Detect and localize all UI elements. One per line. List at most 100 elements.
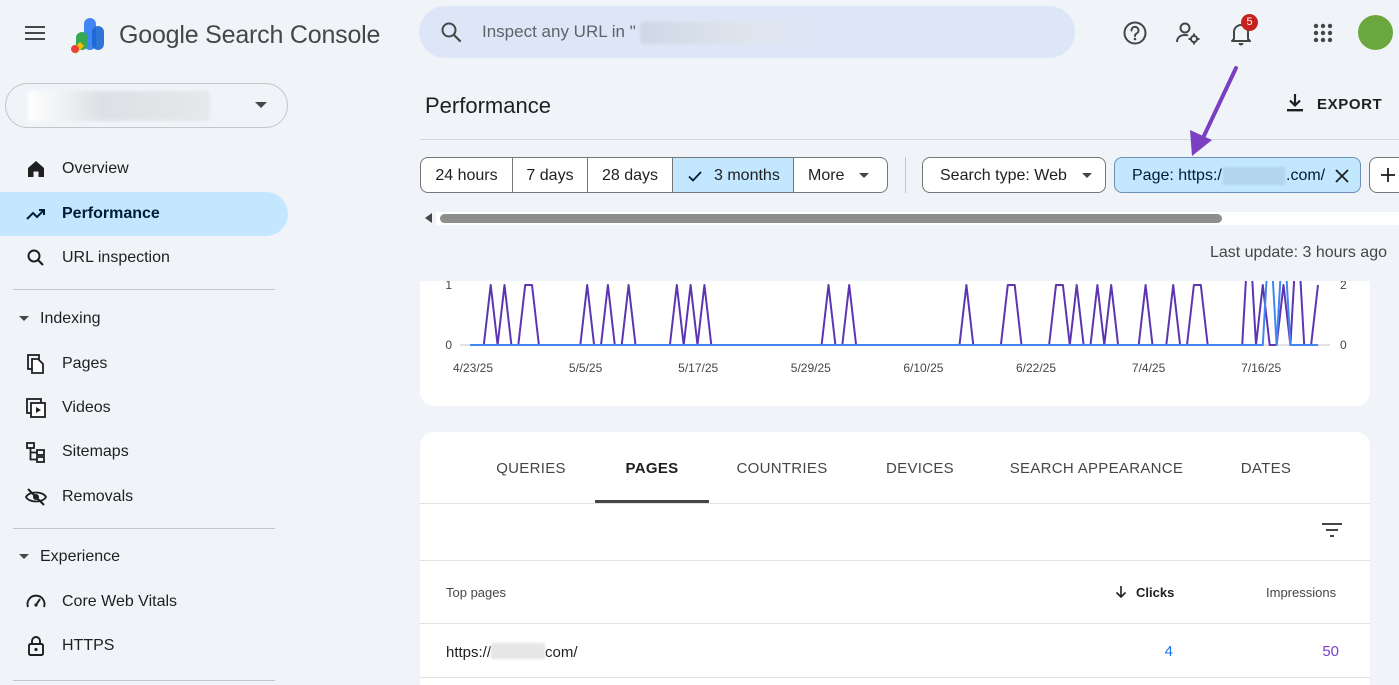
redacted-domain xyxy=(1223,167,1285,185)
range-24-hours[interactable]: 24 hours xyxy=(420,157,513,193)
filter-label: Search type: Web xyxy=(940,167,1067,184)
sidebar-item-performance[interactable]: Performance xyxy=(0,192,288,236)
tab-search-appearance[interactable]: SEARCH APPEARANCE xyxy=(1000,432,1193,502)
section-label: Indexing xyxy=(40,310,101,327)
range-more[interactable]: More xyxy=(793,157,888,193)
sidebar-section-experience[interactable]: Experience xyxy=(0,537,288,577)
sidebar-item-label: Core Web Vitals xyxy=(62,593,178,610)
chart-svg: 0 1 0 2 4/23/25 5/5/25 5/17/25 5/29/25 6/10/25 6/… xyxy=(445,281,1347,375)
scroll-left-arrow-icon[interactable] xyxy=(425,213,432,223)
check-icon xyxy=(687,168,703,184)
toolbar-divider xyxy=(420,560,1370,561)
search-placeholder[interactable]: Inspect any URL in " xyxy=(482,22,636,42)
caret-down-icon xyxy=(1082,173,1092,178)
series-line-impressions xyxy=(470,281,1319,346)
redacted-url xyxy=(491,643,546,659)
table-row-impressions: 50 xyxy=(1322,643,1339,660)
tab-devices[interactable]: DEVICES xyxy=(866,432,974,502)
help-icon[interactable] xyxy=(1121,19,1149,47)
search-type-filter[interactable]: Search type: Web xyxy=(922,157,1106,193)
sidebar-item-https[interactable]: HTTPS xyxy=(0,624,288,668)
sidebar-item-core-web-vitals[interactable]: Core Web Vitals xyxy=(0,580,288,624)
sidebar-item-pages[interactable]: Pages xyxy=(0,342,288,386)
sidebar-item-label: Overview xyxy=(62,160,129,177)
search-console-logo[interactable] xyxy=(70,16,110,54)
apps-icon[interactable] xyxy=(1309,19,1337,47)
x-tick-label: 5/5/25 xyxy=(569,361,603,375)
sidebar-item-overview[interactable]: Overview xyxy=(0,147,288,191)
sidebar-item-label: Sitemaps xyxy=(62,443,129,460)
table-row-url[interactable]: https:// com/ xyxy=(446,643,578,661)
avatar[interactable] xyxy=(1358,15,1393,50)
page-filter-chip[interactable]: Page: https:/ .com/ xyxy=(1114,157,1361,193)
download-icon xyxy=(1284,92,1306,114)
filter-rows-icon[interactable] xyxy=(1320,518,1344,542)
filter-divider xyxy=(905,157,906,193)
home-icon xyxy=(24,157,48,181)
range-3-months[interactable]: 3 months xyxy=(672,157,794,193)
sidebar-section-indexing[interactable]: Indexing xyxy=(0,299,288,339)
redacted-property-name xyxy=(28,91,210,121)
sidebar-item-label: HTTPS xyxy=(62,637,115,654)
filter-label: Page: https:/ xyxy=(1132,167,1222,184)
notification-badge: 5 xyxy=(1241,14,1258,31)
column-header-clicks[interactable]: Clicks xyxy=(1136,585,1174,600)
x-tick-label: 7/4/25 xyxy=(1132,361,1166,375)
sitemaps-icon xyxy=(24,440,48,464)
sidebar-item-label: Removals xyxy=(62,488,134,505)
last-update-text: Last update: 3 hours ago xyxy=(1209,244,1387,261)
sidebar-divider xyxy=(13,289,275,290)
tabs-divider xyxy=(420,503,1370,504)
column-header-impressions[interactable]: Impressions xyxy=(1266,585,1336,600)
caret-down-icon xyxy=(19,554,29,559)
chevron-down-icon xyxy=(255,102,267,108)
y-right-tick-label: 2 xyxy=(1340,281,1347,292)
url-inspect-search[interactable]: Inspect any URL in " xyxy=(419,6,1075,58)
tab-queries[interactable]: QUERIES xyxy=(480,432,582,502)
header-row-divider xyxy=(420,623,1370,624)
export-label: EXPORT xyxy=(1317,96,1383,113)
range-label: 7 days xyxy=(526,167,574,184)
caret-down-icon xyxy=(19,316,29,321)
url-prefix: https:// xyxy=(446,644,492,661)
range-label: 28 days xyxy=(601,167,659,184)
export-button[interactable]: EXPORT xyxy=(1280,90,1390,118)
tab-countries[interactable]: COUNTRIES xyxy=(722,432,842,502)
main-menu-icon[interactable] xyxy=(23,21,47,45)
manage-accounts-icon[interactable] xyxy=(1174,19,1202,47)
range-28-days[interactable]: 28 days xyxy=(587,157,673,193)
redacted-property xyxy=(640,22,820,44)
x-tick-label: 4/23/25 xyxy=(453,361,493,375)
tab-dates[interactable]: DATES xyxy=(1221,432,1311,502)
property-selector[interactable] xyxy=(5,83,288,128)
tab-label: QUERIES xyxy=(496,460,566,477)
tab-pages[interactable]: PAGES xyxy=(595,432,709,502)
app-title[interactable]: Google Search Console xyxy=(119,21,380,50)
x-tick-label: 6/22/25 xyxy=(1016,361,1056,375)
search-icon xyxy=(439,20,463,44)
url-suffix: com/ xyxy=(545,644,578,661)
removals-icon xyxy=(24,485,48,509)
sidebar-item-sitemaps[interactable]: Sitemaps xyxy=(0,430,288,474)
row-divider xyxy=(420,677,1370,678)
horizontal-scrollbar[interactable] xyxy=(440,214,1222,223)
y-right-tick-label: 0 xyxy=(1340,338,1347,352)
trending-up-icon xyxy=(24,202,48,226)
search-icon xyxy=(24,246,48,270)
range-label: 24 hours xyxy=(435,167,498,184)
pages-icon xyxy=(24,352,48,376)
close-icon[interactable] xyxy=(1333,167,1351,185)
performance-chart: 0 1 0 2 4/23/25 5/5/25 5/17/25 5/29/25 6/10/25 6/… xyxy=(420,281,1370,406)
sidebar-item-url-inspection[interactable]: URL inspection xyxy=(0,236,288,280)
annotation-arrow xyxy=(1190,66,1238,156)
sort-arrow-down-icon[interactable] xyxy=(1113,584,1129,600)
tab-label: SEARCH APPEARANCE xyxy=(1009,460,1184,477)
x-tick-label: 5/17/25 xyxy=(678,361,718,375)
sidebar-item-label: URL inspection xyxy=(62,249,170,266)
sidebar-item-removals[interactable]: Removals xyxy=(0,475,288,519)
add-filter-button[interactable] xyxy=(1369,157,1399,193)
table-row-clicks: 4 xyxy=(1164,643,1173,660)
speed-icon xyxy=(24,590,48,614)
sidebar-item-videos[interactable]: Videos xyxy=(0,386,288,430)
range-7-days[interactable]: 7 days xyxy=(512,157,588,193)
